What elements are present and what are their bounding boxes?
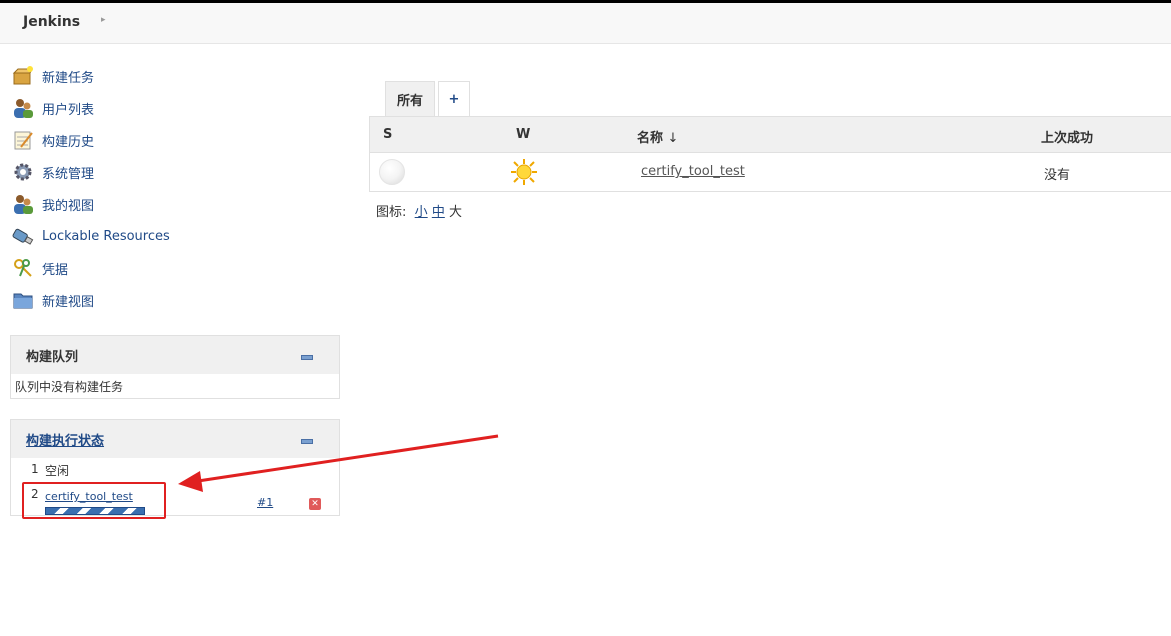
keys-icon: [12, 257, 34, 279]
task-label[interactable]: 新建任务: [42, 67, 94, 86]
task-build-history[interactable]: 构建历史: [12, 124, 332, 156]
executors-title-link[interactable]: 构建执行状态: [26, 430, 104, 449]
people-icon: [12, 97, 34, 119]
header: Jenkins ▸: [0, 3, 1171, 44]
task-label[interactable]: 用户列表: [42, 99, 94, 118]
executor-row: 1 空闲: [11, 458, 339, 483]
table-row: certify_tool_test 没有: [369, 153, 1171, 192]
breadcrumb-arrow-icon[interactable]: ▸: [101, 15, 106, 25]
task-manage[interactable]: 系统管理: [12, 156, 332, 188]
last-success-value: 没有: [1044, 168, 1071, 183]
task-label[interactable]: 新建视图: [42, 291, 94, 310]
build-queue-title: 构建队列: [26, 349, 79, 365]
sort-arrow-icon: ↓: [667, 131, 679, 146]
job-name-link[interactable]: certify_tool_test: [641, 164, 745, 179]
col-last-success[interactable]: 上次成功: [1041, 127, 1093, 146]
icon-size-small-link[interactable]: 小: [415, 205, 428, 220]
build-queue-pane: 构建队列 队列中没有构建任务: [10, 335, 340, 399]
icon-size-large-current: 大: [448, 205, 462, 220]
folder-icon: [12, 289, 34, 311]
build-queue-body: 队列中没有构建任务: [11, 374, 339, 399]
col-weather[interactable]: W: [516, 127, 530, 142]
annotation-highlight-box: [22, 482, 166, 519]
icon-size-selector: 图标: 小 中 大: [376, 201, 462, 220]
executor-number: 1: [31, 462, 39, 476]
task-new-item[interactable]: 新建任务: [12, 60, 332, 92]
collapse-icon[interactable]: [301, 355, 313, 360]
executors-header: 构建执行状态: [11, 420, 339, 458]
task-people[interactable]: 用户列表: [12, 92, 332, 124]
task-new-view[interactable]: 新建视图: [12, 284, 332, 316]
jobs-table-header: S W 名称 ↓ 上次成功: [369, 116, 1171, 153]
sunny-weather-icon: [511, 159, 537, 185]
gear-icon: [12, 161, 34, 183]
col-status[interactable]: S: [383, 127, 392, 142]
status-ball-icon: [379, 159, 405, 185]
collapse-icon[interactable]: [301, 439, 313, 444]
stop-build-icon[interactable]: ✕: [309, 498, 321, 510]
build-number-link[interactable]: #1: [257, 496, 273, 509]
sidebar-tasks: 新建任务 用户列表 构建历史 系统管理 我的视图 Lockable Resour…: [12, 60, 332, 316]
icon-size-medium-link[interactable]: 中: [432, 205, 445, 220]
task-my-views[interactable]: 我的视图: [12, 188, 332, 220]
task-label[interactable]: 我的视图: [42, 195, 94, 214]
user-icon: [12, 193, 34, 215]
task-lockable-resources[interactable]: Lockable Resources: [12, 220, 332, 252]
tab-add-view[interactable]: +: [438, 81, 470, 117]
tab-all[interactable]: 所有: [385, 81, 435, 117]
notepad-icon: [12, 129, 34, 151]
col-name-label: 名称: [637, 131, 664, 146]
task-label[interactable]: 构建历史: [42, 131, 94, 150]
executor-status: 空闲: [45, 464, 70, 478]
task-label[interactable]: Lockable Resources: [42, 229, 170, 244]
queue-empty-text: 队列中没有构建任务: [15, 380, 124, 394]
task-label[interactable]: 凭据: [42, 259, 68, 278]
usb-key-icon: [12, 225, 34, 247]
new-package-icon: [12, 65, 34, 87]
build-queue-header: 构建队列: [11, 336, 339, 374]
icon-size-label: 图标:: [376, 205, 407, 220]
col-name[interactable]: 名称 ↓: [637, 127, 678, 146]
task-credentials[interactable]: 凭据: [12, 252, 332, 284]
jenkins-home-link[interactable]: Jenkins: [23, 14, 80, 30]
task-label[interactable]: 系统管理: [42, 163, 94, 182]
